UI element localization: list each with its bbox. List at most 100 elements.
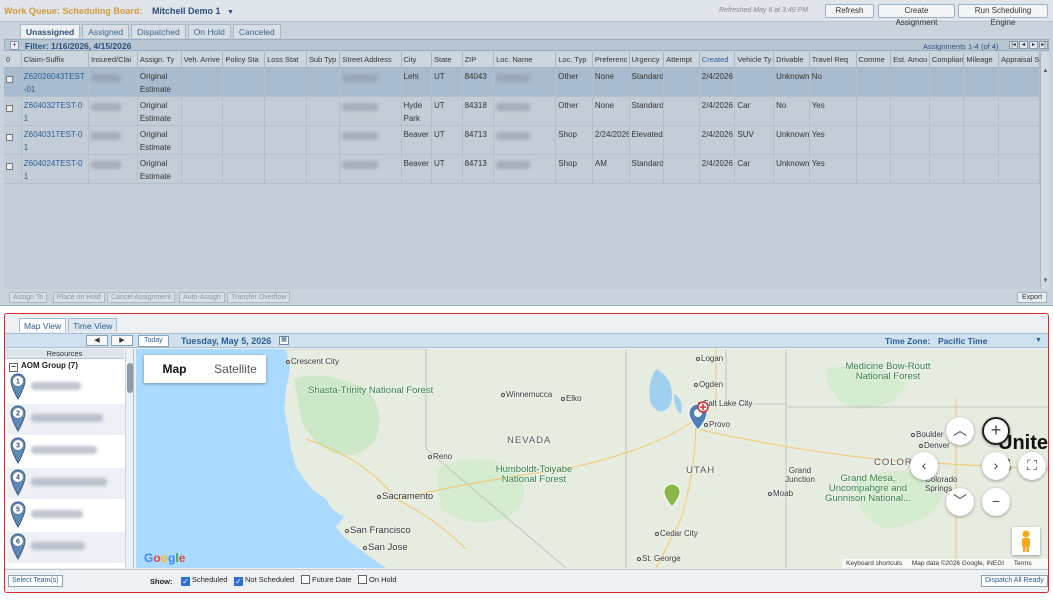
map-canvas[interactable]: NEVADA UTAH COLORADO Shasta-Trinity Nati…: [136, 349, 1048, 568]
grid-scrollbar[interactable]: ▲ ▼: [1040, 52, 1049, 289]
next-day-button[interactable]: ▶: [111, 335, 133, 346]
tab-unassigned[interactable]: Unassigned: [20, 24, 81, 38]
map-type-satellite-button[interactable]: Satellite: [205, 355, 266, 383]
resource-item[interactable]: 6: [7, 532, 126, 563]
column-header[interactable]: Loss Stat: [264, 52, 307, 68]
place-on-hold-button[interactable]: Place on Hold: [53, 292, 105, 303]
timezone-select[interactable]: Pacific Time: [938, 336, 987, 346]
column-header[interactable]: Sub Typ: [306, 52, 341, 68]
checkbox-unchecked-icon[interactable]: [358, 575, 367, 584]
on-hold-checkbox[interactable]: On Hold: [358, 575, 397, 584]
checkbox-checked-icon[interactable]: ✓: [181, 577, 190, 586]
street-view-pegman-icon[interactable]: [1012, 527, 1040, 555]
tab-canceled[interactable]: Canceled: [232, 24, 281, 38]
tab-time-view[interactable]: Time View: [68, 318, 118, 332]
assign-to-button[interactable]: Assign To: [9, 292, 48, 303]
run-scheduling-engine-button[interactable]: Run Scheduling Engine: [958, 4, 1048, 27]
not-scheduled-checkbox[interactable]: ✓ Not Scheduled: [234, 575, 294, 586]
zoom-out-icon[interactable]: −: [982, 488, 1010, 516]
claim-suffix-link[interactable]: Z604032TEST-01: [21, 96, 89, 126]
column-header[interactable]: City: [401, 52, 433, 68]
column-header[interactable]: Claim-Suffix: [21, 52, 89, 68]
claim-suffix-link[interactable]: Z604024TEST-01: [21, 154, 89, 184]
column-header[interactable]: Veh. Arrive: [181, 52, 224, 68]
column-header[interactable]: Policy Sta: [222, 52, 266, 68]
tab-on-hold[interactable]: On Hold: [187, 24, 231, 38]
column-header[interactable]: Appraisal S: [998, 52, 1040, 68]
create-assignment-button[interactable]: Create Assignment: [878, 4, 955, 27]
tab-dispatched[interactable]: Dispatched: [131, 24, 186, 38]
select-teams-button[interactable]: Select Team(s): [8, 575, 63, 587]
dispatch-all-ready-button[interactable]: Dispatch All Ready: [981, 575, 1048, 587]
column-header[interactable]: Travel Req: [809, 52, 857, 68]
future-date-checkbox[interactable]: Future Date: [301, 575, 352, 584]
column-header[interactable]: Insured/Clai: [88, 52, 138, 68]
next-page-icon[interactable]: ▸: [1029, 41, 1038, 49]
checkbox-unchecked-icon[interactable]: [301, 575, 310, 584]
terms-link[interactable]: Terms: [1014, 560, 1032, 567]
column-header[interactable]: Complian: [929, 52, 965, 68]
refresh-button[interactable]: Refresh: [825, 4, 874, 18]
calendar-icon[interactable]: ▦: [279, 336, 289, 345]
column-header[interactable]: Created: [699, 52, 736, 68]
checkbox-checked-icon[interactable]: ✓: [234, 577, 243, 586]
cancel-assignment-button[interactable]: Cancel Assignment: [107, 292, 175, 303]
resource-item[interactable]: 4: [7, 468, 126, 499]
resource-item[interactable]: 1: [7, 372, 126, 403]
collapse-icon[interactable]: −: [9, 363, 18, 372]
pan-up-icon[interactable]: ︿: [946, 417, 974, 445]
column-header[interactable]: Comme: [856, 52, 892, 68]
scroll-down-icon[interactable]: ▼: [1042, 278, 1049, 285]
row-checkbox[interactable]: [6, 104, 13, 112]
tab-assigned[interactable]: Assigned: [82, 24, 130, 38]
column-header[interactable]: Vehicle Ty: [734, 52, 775, 68]
scroll-thumb[interactable]: [127, 363, 133, 393]
column-header[interactable]: Assign. Ty: [137, 52, 182, 68]
column-header[interactable]: 0: [4, 52, 22, 68]
resource-item[interactable]: 2: [7, 404, 126, 435]
tab-map-view[interactable]: Map View: [19, 318, 67, 332]
column-header[interactable]: Street Address: [339, 52, 402, 68]
transfer-overflow-button[interactable]: Transfer Overflow: [227, 292, 291, 303]
today-button[interactable]: Today: [138, 335, 169, 347]
export-button[interactable]: Export: [1017, 292, 1048, 303]
column-header[interactable]: Loc. Name: [493, 52, 557, 68]
resource-item[interactable]: 5: [7, 500, 126, 531]
claim-suffix-link[interactable]: Z604031TEST-01: [21, 125, 89, 155]
row-checkbox[interactable]: [6, 75, 13, 83]
column-header[interactable]: State: [431, 52, 463, 68]
column-header[interactable]: Est. Amou: [890, 52, 930, 68]
pan-down-icon[interactable]: ﹀: [946, 488, 974, 516]
table-row[interactable]: Z604024TEST-01 Original Estimate Beaver UT 8…: [4, 154, 1040, 184]
column-header[interactable]: Attempt: [663, 52, 700, 68]
keyboard-shortcuts-link[interactable]: Keyboard shortcuts: [846, 560, 902, 567]
scroll-up-icon[interactable]: ▲: [1042, 68, 1049, 75]
column-header[interactable]: Loc. Typ: [555, 52, 593, 68]
expand-filter-icon[interactable]: +: [10, 41, 19, 50]
red-marker-icon[interactable]: [697, 401, 709, 413]
board-selector[interactable]: Mitchell Demo 1 ▼: [152, 6, 234, 16]
scheduled-checkbox[interactable]: ✓ Scheduled: [181, 575, 227, 586]
row-checkbox[interactable]: [6, 162, 13, 170]
resources-scrollbar[interactable]: [125, 349, 133, 568]
first-page-icon[interactable]: |◂: [1009, 41, 1018, 49]
column-header[interactable]: Urgency: [629, 52, 665, 68]
column-header[interactable]: ZIP: [462, 52, 495, 68]
table-row[interactable]: Z604031TEST-01 Original Estimate Beaver UT 8…: [4, 125, 1040, 155]
green-location-pin-icon[interactable]: [663, 483, 681, 508]
zoom-in-icon[interactable]: +: [982, 417, 1010, 445]
resource-item[interactable]: 3: [7, 436, 126, 467]
column-header[interactable]: Mileage: [963, 52, 1000, 68]
chevron-down-icon[interactable]: ▼: [1035, 337, 1042, 344]
previous-day-button[interactable]: ◀: [86, 335, 108, 346]
fullscreen-icon[interactable]: ⛶: [1018, 452, 1046, 480]
resource-group[interactable]: − AOM Group (7): [9, 361, 78, 372]
column-header[interactable]: Drivable: [773, 52, 810, 68]
last-page-icon[interactable]: ▸|: [1039, 41, 1048, 49]
pan-left-icon[interactable]: ‹: [910, 452, 938, 480]
auto-assign-button[interactable]: Auto-Assign: [179, 292, 225, 303]
column-header[interactable]: Preferenc: [592, 52, 630, 68]
map-type-map-button[interactable]: Map: [144, 355, 205, 383]
claim-suffix-link[interactable]: Z62026043TEST-01: [21, 67, 89, 97]
prev-page-icon[interactable]: ◂: [1019, 41, 1028, 49]
